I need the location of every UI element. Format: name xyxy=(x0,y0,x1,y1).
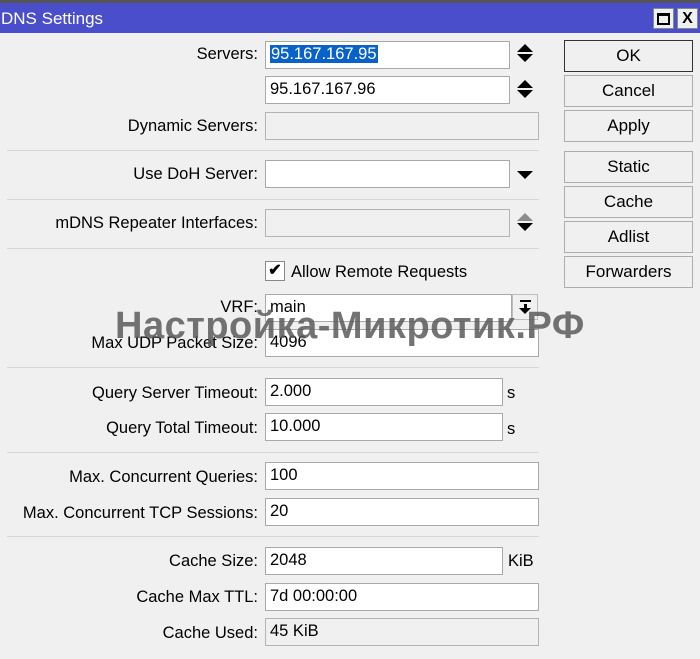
max-concurrent-tcp-label: Max. Concurrent TCP Sessions: xyxy=(22,504,258,522)
query-server-timeout-label: Query Server Timeout: xyxy=(92,384,258,402)
query-server-timeout-unit: s xyxy=(507,384,516,402)
allow-remote-requests-label: Allow Remote Requests xyxy=(291,263,468,281)
ok-button[interactable]: OK xyxy=(564,40,693,72)
server-1-updown-icon[interactable] xyxy=(517,44,533,62)
mdns-repeater-field[interactable] xyxy=(265,209,510,237)
server-2-updown-icon[interactable] xyxy=(517,80,533,98)
server-2-input[interactable]: 95.167.167.96 xyxy=(265,76,510,104)
vrf-dropdown-button[interactable] xyxy=(512,294,538,320)
mdns-repeater-label: mDNS Repeater Interfaces: xyxy=(55,214,258,232)
cancel-button[interactable]: Cancel xyxy=(564,75,693,107)
separator xyxy=(7,452,539,453)
title-bar: DNS Settings X xyxy=(0,0,700,33)
vrf-label: VRF: xyxy=(220,298,258,316)
adlist-button[interactable]: Adlist xyxy=(564,221,693,253)
dynamic-servers-field xyxy=(265,112,539,140)
dynamic-servers-label: Dynamic Servers: xyxy=(127,117,258,135)
cache-button[interactable]: Cache xyxy=(564,186,693,218)
server-1-input[interactable]: 95.167.167.95 xyxy=(265,41,510,69)
query-total-timeout-label: Query Total Timeout: xyxy=(106,419,258,437)
query-server-timeout-input[interactable]: 2.000 xyxy=(265,378,503,406)
forwarders-button[interactable]: Forwarders xyxy=(564,256,693,288)
close-icon: X xyxy=(682,9,693,27)
window-title: DNS Settings xyxy=(1,9,104,28)
max-concurrent-queries-input[interactable]: 100 xyxy=(265,462,539,490)
separator xyxy=(7,536,539,537)
apply-button[interactable]: Apply xyxy=(564,110,693,142)
cache-used-field: 45 KiB xyxy=(265,618,539,646)
separator xyxy=(7,150,539,151)
separator xyxy=(7,367,539,368)
allow-remote-requests-checkbox[interactable]: ✔ xyxy=(265,261,285,281)
cache-size-unit: KiB xyxy=(508,552,534,570)
server-1-value: 95.167.167.95 xyxy=(270,45,378,63)
maximize-button[interactable] xyxy=(653,8,674,29)
separator xyxy=(7,199,539,200)
query-total-timeout-input[interactable]: 10.000 xyxy=(265,413,503,441)
cache-used-label: Cache Used: xyxy=(162,624,258,642)
use-doh-server-label: Use DoH Server: xyxy=(133,165,258,183)
max-concurrent-tcp-input[interactable]: 20 xyxy=(265,498,539,526)
query-total-timeout-unit: s xyxy=(507,420,516,438)
maximize-icon xyxy=(657,12,670,25)
separator xyxy=(7,248,539,249)
servers-label: Servers: xyxy=(196,45,258,63)
max-concurrent-queries-label: Max. Concurrent Queries: xyxy=(69,468,258,486)
vrf-select[interactable]: main xyxy=(265,294,512,322)
use-doh-server-input[interactable] xyxy=(265,160,510,188)
cache-max-ttl-input[interactable]: 7d 00:00:00 xyxy=(265,583,539,611)
cache-max-ttl-label: Cache Max TTL: xyxy=(136,588,258,606)
arrow-down-bar-icon xyxy=(519,308,531,314)
max-udp-packet-size-input[interactable]: 4096 xyxy=(265,329,539,357)
close-button[interactable]: X xyxy=(677,8,698,29)
doh-dropdown-icon[interactable] xyxy=(517,171,533,179)
mdns-updown-icon[interactable] xyxy=(517,213,533,231)
max-udp-packet-size-label: Max UDP Packet Size: xyxy=(91,334,258,352)
static-button[interactable]: Static xyxy=(564,151,693,183)
cache-size-label: Cache Size: xyxy=(169,552,258,570)
cache-size-input[interactable]: 2048 xyxy=(265,547,503,575)
